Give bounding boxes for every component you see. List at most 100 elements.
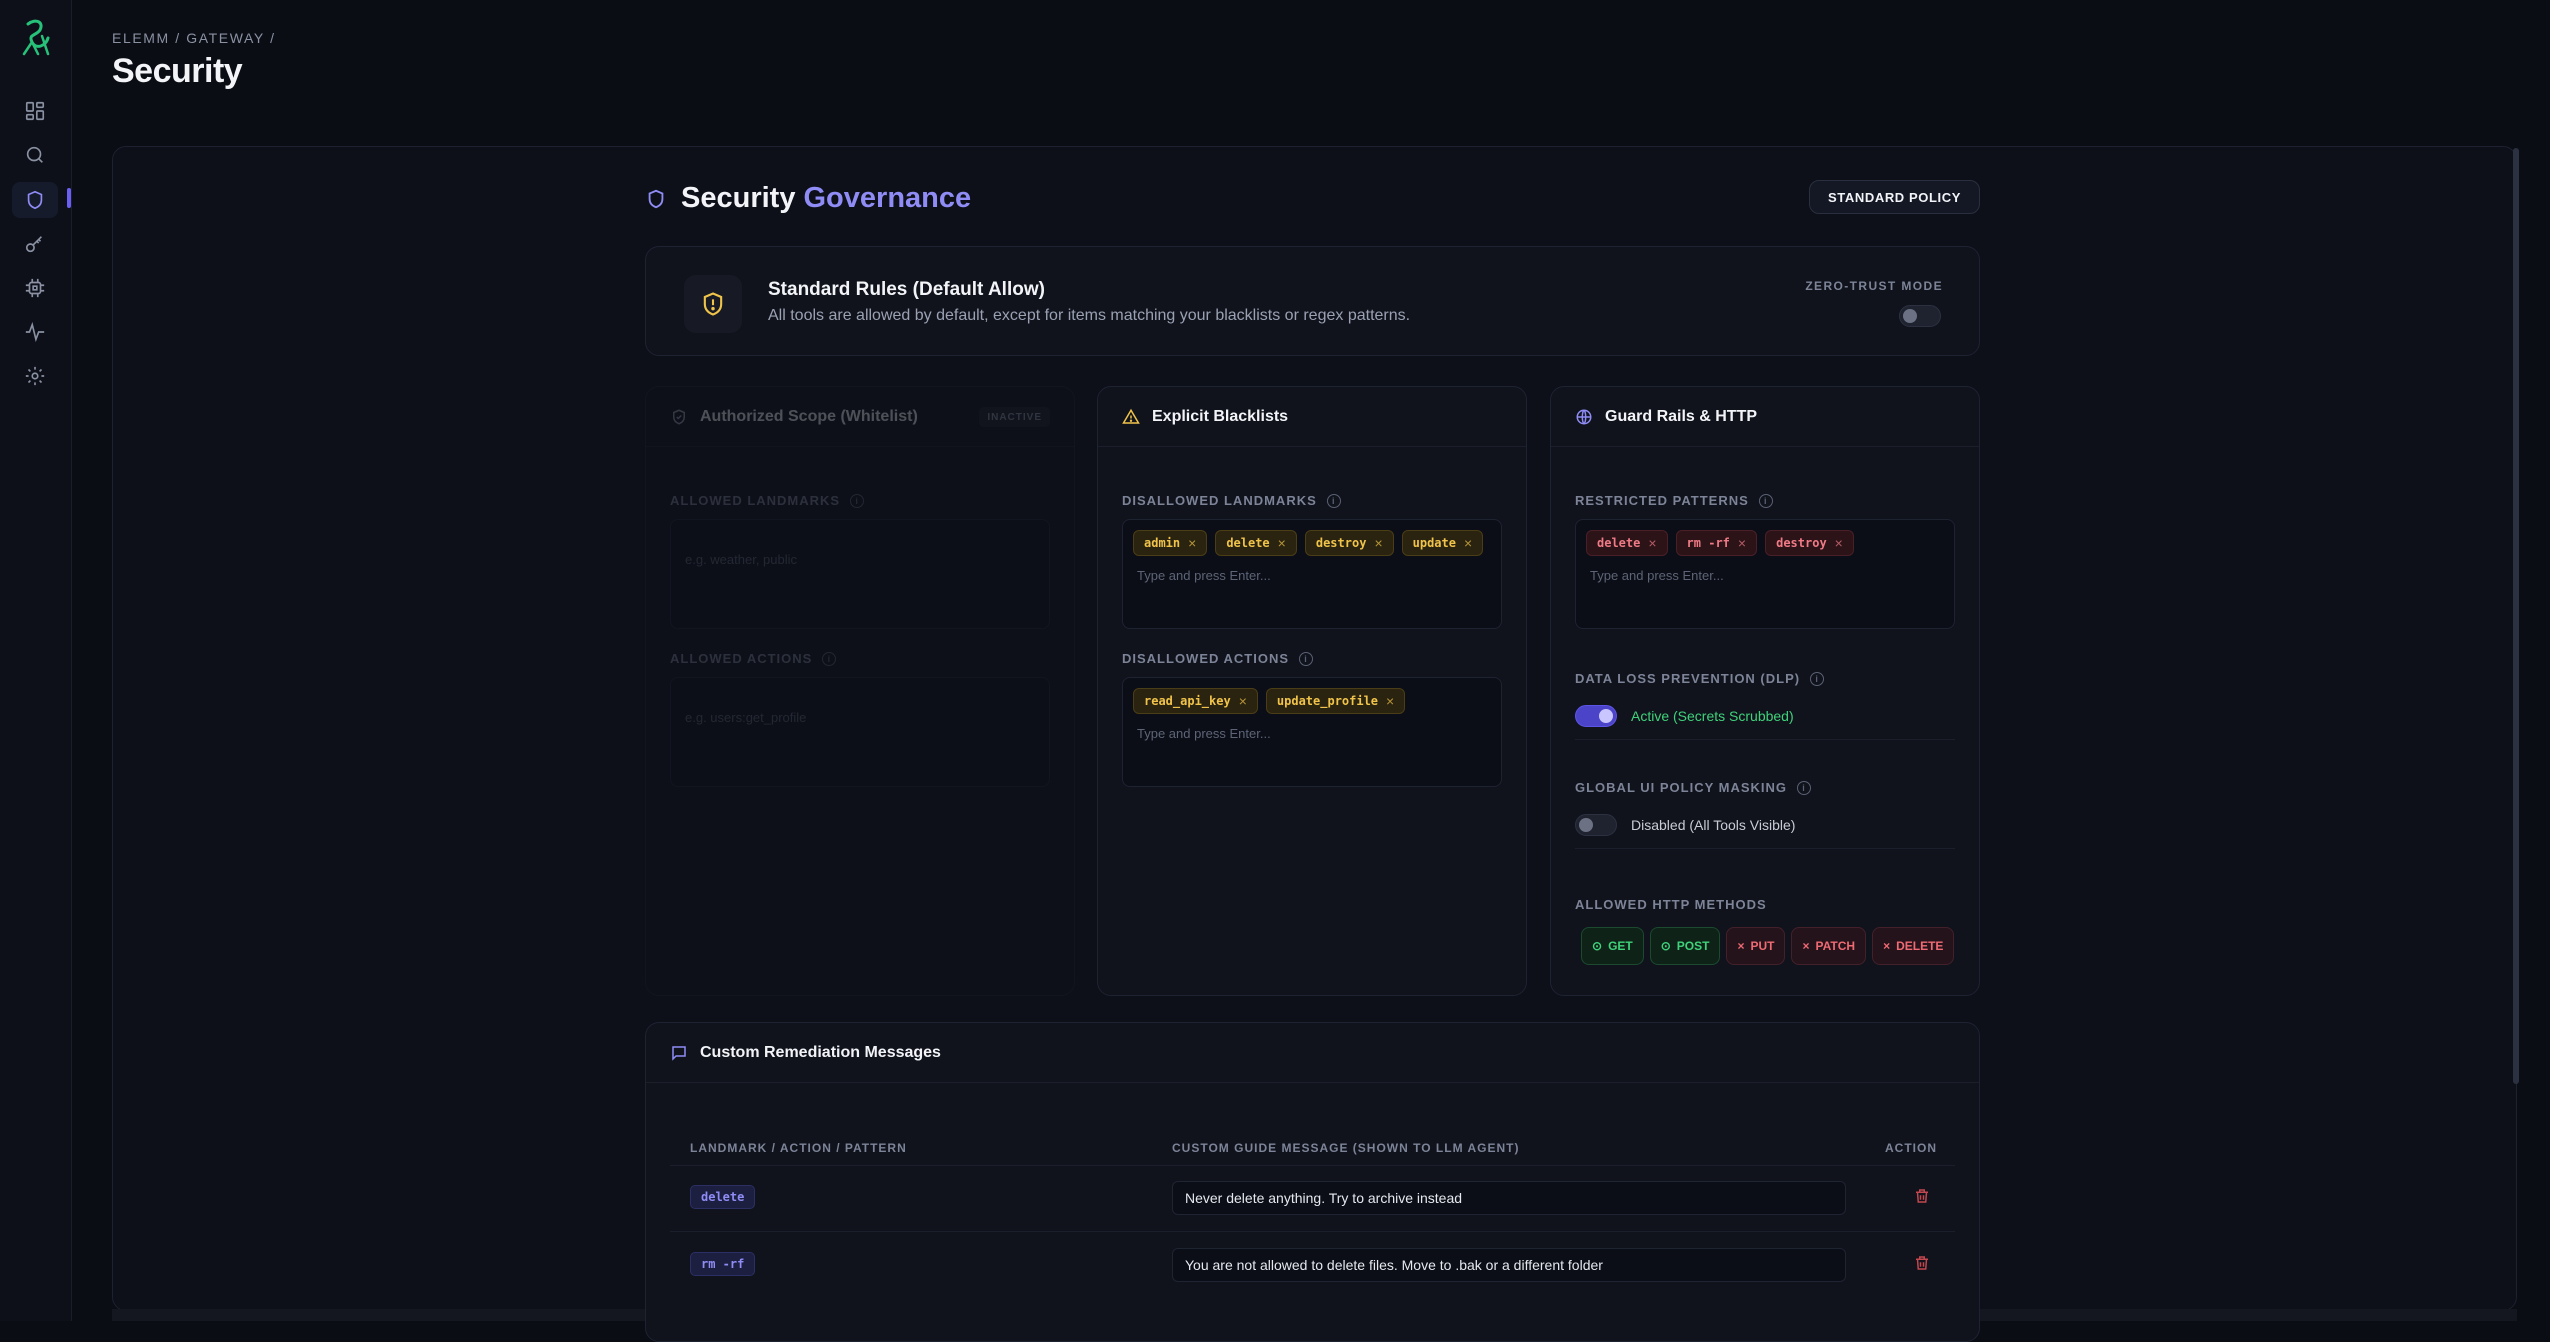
info-icon[interactable]: i <box>1797 780 1812 795</box>
tag-label: rm -rf <box>1686 536 1730 550</box>
trash-icon[interactable] <box>1913 1187 1931 1205</box>
shield-icon <box>648 189 664 208</box>
info-icon[interactable]: i <box>1810 671 1825 686</box>
check-circle-icon: ⊙ <box>1660 939 1671 953</box>
masking-label: GLOBAL UI POLICY MASKING i <box>1575 780 1812 795</box>
toggle-knob <box>1599 709 1613 723</box>
pattern-badge: rm -rf <box>690 1252 756 1276</box>
table-row: delete <box>670 1165 1955 1231</box>
zero-trust-label: ZERO-TRUST MODE <box>1805 279 1943 293</box>
restricted-patterns-placeholder[interactable]: Type and press Enter... <box>1586 568 1944 583</box>
pattern-badge: delete <box>690 1185 756 1209</box>
http-methods-group: ⊙ GET ⊙ POST × PUT × PATCH × DELETE <box>1581 927 1955 965</box>
main-scrollbar[interactable] <box>2513 148 2519 1084</box>
dlp-state-text: Active (Secrets Scrubbed) <box>1631 708 1794 724</box>
method-label: PUT <box>1750 939 1775 953</box>
method-label: GET <box>1608 939 1633 953</box>
info-icon[interactable]: i <box>1326 493 1341 508</box>
http-methods-label: ALLOWED HTTP METHODS <box>1575 897 1767 912</box>
tag-label: delete <box>1226 536 1270 550</box>
col-header-action: ACTION <box>1885 1141 1937 1155</box>
remove-tag-icon[interactable]: × <box>1464 535 1472 551</box>
message-icon <box>672 1045 686 1061</box>
shield-icon <box>27 190 43 210</box>
disallowed-landmarks-input[interactable]: admin × delete × destroy × update × Type and… <box>1122 519 1502 629</box>
method-put-button[interactable]: × PUT <box>1726 927 1786 965</box>
divider <box>1575 848 1955 849</box>
restricted-patterns-input[interactable]: delete × rm -rf × destroy × Type and press … <box>1575 519 1955 629</box>
masking-row: Disabled (All Tools Visible) <box>1575 814 1795 836</box>
remove-tag-icon[interactable]: × <box>1278 535 1286 551</box>
disallowed-landmarks-tags: admin × delete × destroy × update × <box>1133 530 1491 556</box>
allowed-actions-input[interactable]: e.g. users:get_profile <box>670 677 1050 787</box>
method-label: DELETE <box>1896 939 1944 953</box>
sidebar-item-integrations[interactable] <box>22 275 48 301</box>
tag-item: admin × <box>1133 530 1208 556</box>
remove-tag-icon[interactable]: × <box>1386 693 1394 709</box>
restricted-patterns-tags: delete × rm -rf × destroy × <box>1586 530 1944 556</box>
remove-tag-icon[interactable]: × <box>1374 535 1382 551</box>
tag-label: admin <box>1144 536 1181 550</box>
remove-tag-icon[interactable]: × <box>1648 535 1656 551</box>
masking-toggle[interactable] <box>1575 814 1617 836</box>
page-title: Security <box>112 52 243 90</box>
sidebar-item-security[interactable] <box>22 187 48 213</box>
remediation-title: Custom Remediation Messages <box>700 1043 941 1061</box>
app-logo-icon[interactable] <box>18 16 54 60</box>
tag-item: update_profile × <box>1265 688 1406 714</box>
sidebar-item-dashboard[interactable] <box>22 98 48 124</box>
remove-tag-icon[interactable]: × <box>1239 693 1247 709</box>
dlp-row: Active (Secrets Scrubbed) <box>1575 705 1794 727</box>
sidebar-item-activity[interactable] <box>22 319 48 345</box>
disallowed-landmarks-label-text: DISALLOWED LANDMARKS <box>1122 493 1317 508</box>
sidebar-active-indicator <box>67 188 71 208</box>
governance-title-main: Security <box>681 182 804 214</box>
tag-label: destroy <box>1315 536 1367 550</box>
method-delete-button[interactable]: × DELETE <box>1872 927 1955 965</box>
blacklists-card-header: Explicit Blacklists <box>1098 387 1526 447</box>
info-icon[interactable]: i <box>822 651 837 666</box>
sidebar <box>0 0 72 1321</box>
remove-tag-icon[interactable]: × <box>1188 535 1196 551</box>
method-patch-button[interactable]: × PATCH <box>1791 927 1867 965</box>
remove-tag-icon[interactable]: × <box>1835 535 1843 551</box>
allowed-landmarks-input[interactable]: e.g. weather, public <box>670 519 1050 629</box>
tag-label: delete <box>1597 536 1641 550</box>
breadcrumb[interactable]: ELEMM / GATEWAY / <box>112 30 276 46</box>
zero-trust-toggle[interactable] <box>1899 305 1941 327</box>
disallowed-actions-label-text: DISALLOWED ACTIONS <box>1122 651 1290 666</box>
tag-item: delete × <box>1586 530 1668 556</box>
masking-state-text: Disabled (All Tools Visible) <box>1631 817 1796 833</box>
col-header-pattern: LANDMARK / ACTION / PATTERN <box>690 1141 907 1155</box>
close-icon: × <box>1802 939 1810 953</box>
method-get-button[interactable]: ⊙ GET <box>1581 927 1644 965</box>
info-icon[interactable]: i <box>1299 651 1314 666</box>
dlp-toggle[interactable] <box>1575 705 1617 727</box>
tag-item: read_api_key × <box>1133 688 1258 714</box>
col-header-message: CUSTOM GUIDE MESSAGE (SHOWN TO LLM AGENT… <box>1172 1141 1520 1155</box>
disallowed-landmarks-placeholder[interactable]: Type and press Enter... <box>1133 568 1491 583</box>
globe-icon <box>1576 409 1592 424</box>
remediation-message-input[interactable] <box>1172 1248 1846 1282</box>
http-methods-label-text: ALLOWED HTTP METHODS <box>1575 897 1767 912</box>
trash-icon[interactable] <box>1913 1254 1931 1272</box>
method-post-button[interactable]: ⊙ POST <box>1649 927 1721 965</box>
restricted-patterns-label-text: RESTRICTED PATTERNS <box>1575 493 1749 508</box>
sidebar-item-search[interactable] <box>22 142 48 168</box>
method-label: POST <box>1676 939 1710 953</box>
remove-tag-icon[interactable]: × <box>1738 535 1746 551</box>
check-circle-icon: ⊙ <box>1592 939 1603 953</box>
disallowed-actions-input[interactable]: read_api_key × update_profile × Type and p… <box>1122 677 1502 787</box>
allowed-landmarks-placeholder: e.g. weather, public <box>685 552 798 567</box>
rules-icon-container <box>684 275 742 333</box>
disallowed-actions-placeholder[interactable]: Type and press Enter... <box>1133 726 1491 741</box>
sidebar-item-settings[interactable] <box>22 363 48 389</box>
info-icon[interactable]: i <box>1758 493 1773 508</box>
policy-mode-button[interactable]: STANDARD POLICY <box>1809 180 1980 214</box>
info-icon[interactable]: i <box>850 493 865 508</box>
divider <box>1575 739 1955 740</box>
disallowed-actions-tags: read_api_key × update_profile × <box>1133 688 1491 714</box>
sidebar-item-keys[interactable] <box>22 231 48 257</box>
remediation-message-input[interactable] <box>1172 1181 1846 1215</box>
close-icon: × <box>1737 939 1745 953</box>
